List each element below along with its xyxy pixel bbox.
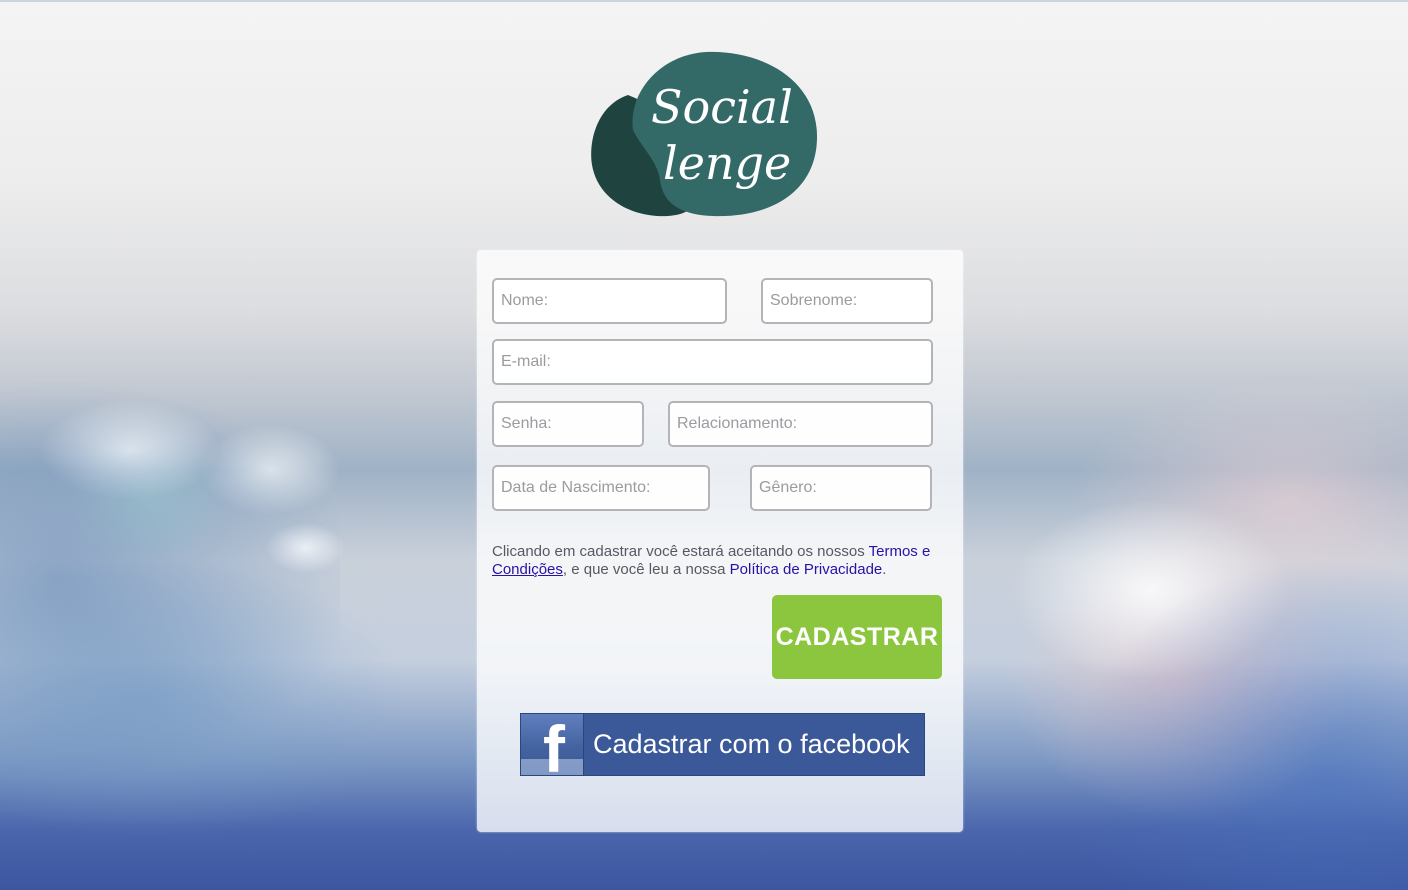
terms-link-continued[interactable]: Condições: [492, 561, 563, 578]
top-border: [0, 0, 1408, 2]
first-name-input[interactable]: [492, 278, 727, 324]
facebook-icon: f: [521, 714, 584, 775]
terms-text-after: .: [882, 561, 887, 578]
background-bokeh-left: [0, 380, 340, 800]
terms-link[interactable]: Termos e: [869, 543, 931, 560]
facebook-button-label: Cadastrar com o facebook: [593, 729, 910, 759]
last-name-input[interactable]: [761, 278, 933, 324]
facebook-icon-glyph: f: [543, 714, 565, 775]
logo-word-lenge: lenge: [663, 136, 792, 190]
gender-input[interactable]: [750, 465, 932, 511]
terms-text-middle: , e que você leu a nossa: [562, 561, 730, 578]
logo-blob-icon: [591, 51, 818, 217]
birthdate-input[interactable]: [492, 465, 710, 511]
background-bokeh-right: [1048, 560, 1408, 890]
terms-notice: Clicando em cadastrar você estará aceita…: [492, 543, 954, 579]
register-button[interactable]: CADASTRAR: [772, 595, 942, 679]
email-input[interactable]: [492, 339, 933, 385]
privacy-policy-link[interactable]: Política de Privacidade: [730, 561, 883, 578]
sociallenge-logo: Social lenge: [588, 50, 820, 220]
relationship-input[interactable]: [668, 401, 933, 447]
logo-word-social: Social: [651, 80, 793, 134]
register-button-label: CADASTRAR: [775, 622, 939, 651]
terms-text-before: Clicando em cadastrar você estará aceita…: [492, 543, 869, 560]
password-input[interactable]: [492, 401, 644, 447]
facebook-register-button[interactable]: f Cadastrar com o facebook: [520, 713, 925, 776]
